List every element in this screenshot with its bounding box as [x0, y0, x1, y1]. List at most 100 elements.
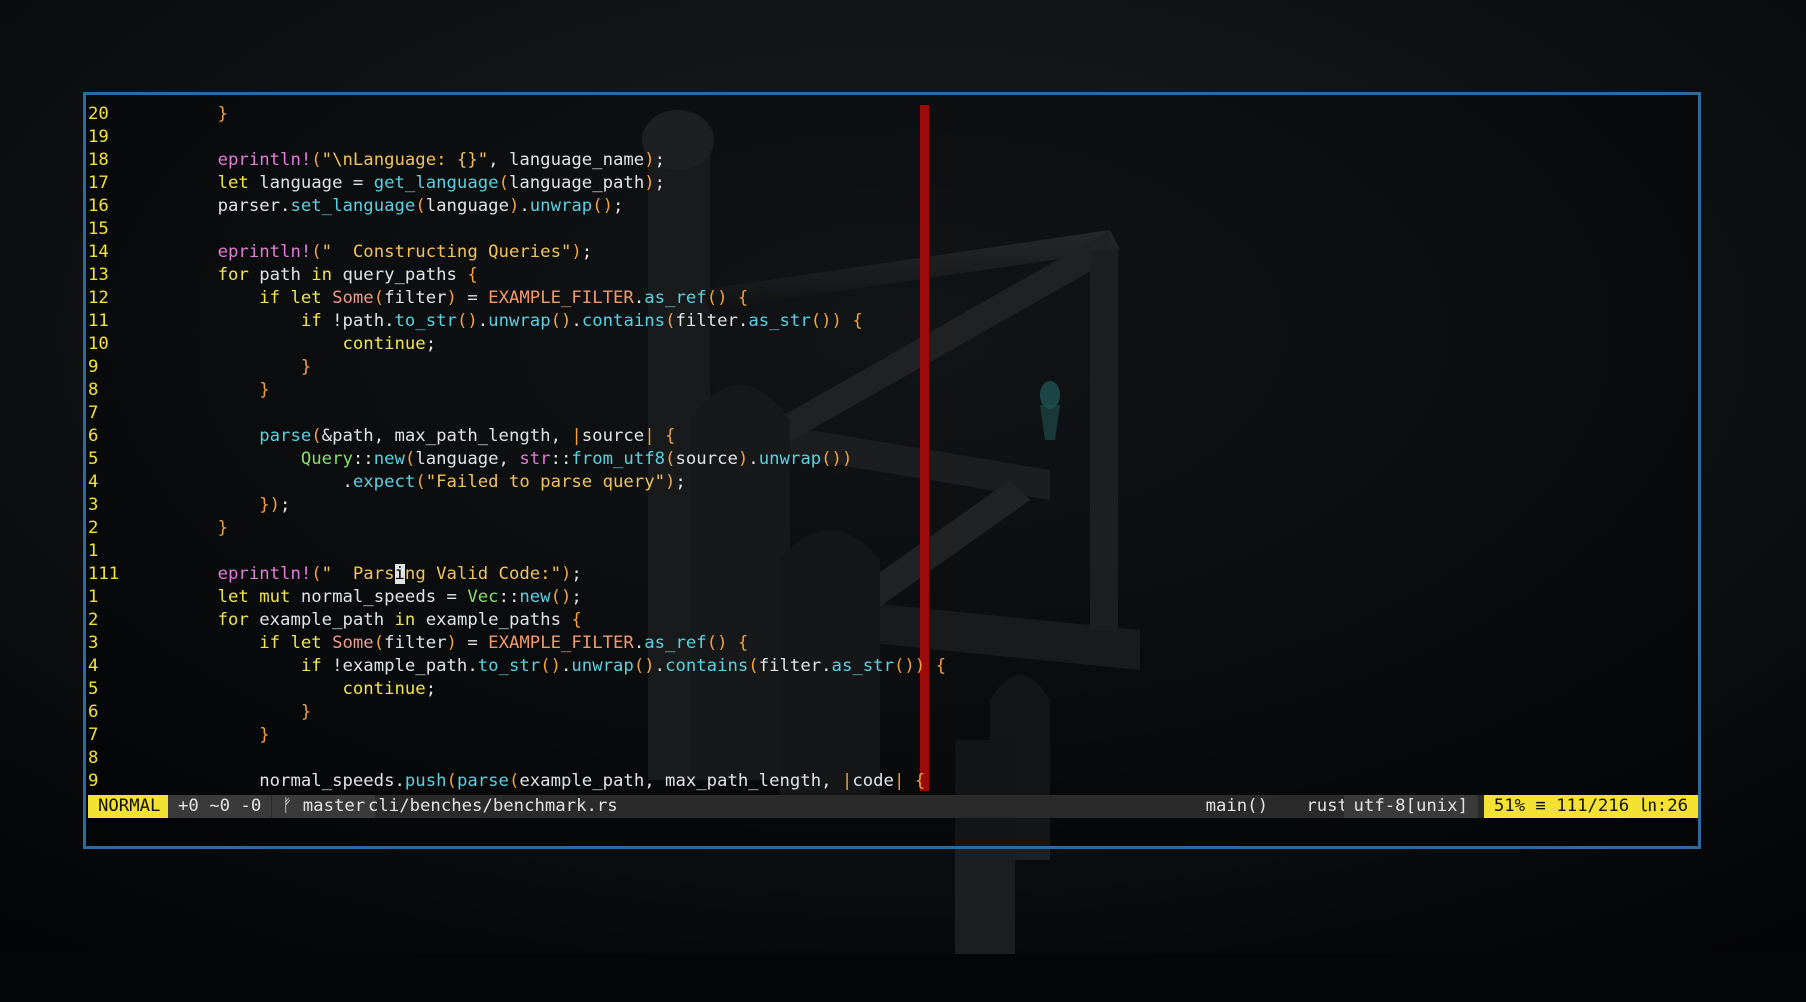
code-token: expect	[352, 472, 416, 492]
code-line[interactable]: 2 for example_path in example_paths {	[88, 609, 582, 632]
code-text: continue;	[136, 333, 436, 356]
line-number: 14	[88, 242, 109, 262]
code-line[interactable]: 2 }	[88, 517, 228, 540]
code-token: ()	[540, 656, 561, 676]
code-line[interactable]: 19	[88, 126, 176, 149]
code-token: }	[300, 702, 312, 722]
code-token: (	[415, 472, 426, 492]
code-token: (	[498, 173, 509, 193]
code-line[interactable]: 8	[88, 747, 176, 770]
code-token: as_ref	[644, 633, 707, 653]
code-line[interactable]: 9 normal_speeds.push(parse(example_path,…	[88, 770, 925, 793]
code-token: |	[644, 426, 655, 446]
code-line[interactable]: 6 }	[88, 701, 311, 724]
code-token: {	[935, 656, 947, 676]
code-line[interactable]: 15	[88, 218, 176, 241]
line-number: 7	[88, 403, 99, 423]
code-token: as_ref	[644, 288, 707, 308]
code-text: }	[136, 724, 270, 747]
code-line[interactable]: 10 continue;	[88, 333, 436, 356]
code-line[interactable]: 13 for path in query_paths {	[88, 264, 478, 287]
code-line[interactable]: 8 }	[88, 379, 270, 402]
code-line[interactable]: 4 .expect("Failed to parse query");	[88, 471, 686, 494]
line-number: 17	[88, 173, 109, 193]
code-token: let mut	[217, 587, 291, 607]
code-token: "\nLanguage: {}"	[321, 150, 489, 170]
code-line[interactable]: 4 if !example_path.to_str().unwrap().con…	[88, 655, 946, 678]
code-text: let mut normal_speeds = Vec::new();	[136, 586, 582, 609]
code-token: if let	[259, 633, 322, 653]
code-token: if let	[259, 288, 322, 308]
code-token: normal_speeds.	[259, 771, 405, 791]
line-number: 6	[88, 426, 99, 446]
code-token: ;	[425, 679, 437, 699]
code-line[interactable]: 20 }	[88, 103, 228, 126]
code-token: source	[581, 426, 645, 446]
code-line[interactable]: 16 parser.set_language(language).unwrap(…	[88, 195, 623, 218]
code-text: if !example_path.to_str().unwrap().conta…	[136, 655, 946, 678]
code-token: filter.	[675, 311, 749, 331]
code-token: &path, max_path_length,	[321, 426, 572, 446]
code-token: ;	[581, 242, 593, 262]
code-token: {	[852, 311, 863, 331]
code-token: =	[456, 633, 489, 653]
line-number: 1	[88, 587, 99, 607]
line-number: 3	[88, 633, 99, 653]
code-line[interactable]: 7	[88, 402, 176, 425]
code-token: ;	[613, 196, 624, 216]
code-token: push	[404, 771, 447, 791]
line-number: 9	[88, 357, 99, 377]
code-token: ()	[633, 656, 655, 676]
code-text: eprintln!(" Parsing Valid Code:");	[136, 563, 582, 586]
code-line[interactable]: 14 eprintln!(" Constructing Queries");	[88, 241, 592, 264]
code-token: eprintln!	[217, 564, 312, 584]
code-token: )	[561, 564, 572, 584]
code-text: }	[136, 103, 228, 126]
code-text: for example_path in example_paths {	[136, 609, 582, 632]
code-text: }	[136, 517, 228, 540]
code-token: unwrap	[758, 449, 822, 469]
line-number: 20	[88, 104, 109, 124]
code-token: ::	[498, 587, 520, 607]
code-token: unwrap	[571, 656, 634, 676]
code-token: )	[644, 150, 655, 170]
code-token: get_language	[373, 173, 499, 193]
code-line[interactable]: 1 let mut normal_speeds = Vec::new();	[88, 586, 582, 609]
code-line[interactable]: 3 });	[88, 494, 290, 517]
code-token: continue	[342, 334, 426, 354]
code-line[interactable]: 18 eprintln!("\nLanguage: {}", language_…	[88, 149, 665, 172]
code-line[interactable]: 1	[88, 540, 176, 563]
code-line[interactable]: 5 continue;	[88, 678, 436, 701]
code-line[interactable]: 111 eprintln!(" Parsing Valid Code:");	[88, 563, 582, 586]
code-line[interactable]: 3 if let Some(filter) = EXAMPLE_FILTER.a…	[88, 632, 748, 655]
code-line[interactable]: 7 }	[88, 724, 270, 747]
code-token: (	[446, 771, 457, 791]
code-line[interactable]: 5 Query::new(language, str::from_utf8(so…	[88, 448, 852, 471]
code-editor[interactable]: 20 } 19 18 eprintln!("\nLanguage: {}", lan…	[88, 103, 1698, 793]
code-line[interactable]: 11 if !path.to_str().unwrap().contains(f…	[88, 310, 863, 333]
code-token: language_path	[508, 173, 645, 193]
code-token: for	[217, 610, 249, 630]
line-number: 8	[88, 380, 99, 400]
code-line[interactable]: 9 }	[88, 356, 311, 379]
code-line[interactable]: 6 parse(&path, max_path_length, |source|…	[88, 425, 675, 448]
code-token: }	[217, 104, 229, 124]
code-token: (	[415, 196, 426, 216]
code-token: }	[259, 725, 270, 745]
code-token: if	[300, 656, 322, 676]
code-token: ())	[810, 311, 842, 331]
git-diff-stats: +0 ~0 -0	[168, 795, 272, 818]
code-token: source	[675, 449, 738, 469]
code-token: ()	[456, 311, 478, 331]
code-line[interactable]: 12 if let Some(filter) = EXAMPLE_FILTER.…	[88, 287, 748, 310]
code-line[interactable]: 17 let language = get_language(language_…	[88, 172, 665, 195]
